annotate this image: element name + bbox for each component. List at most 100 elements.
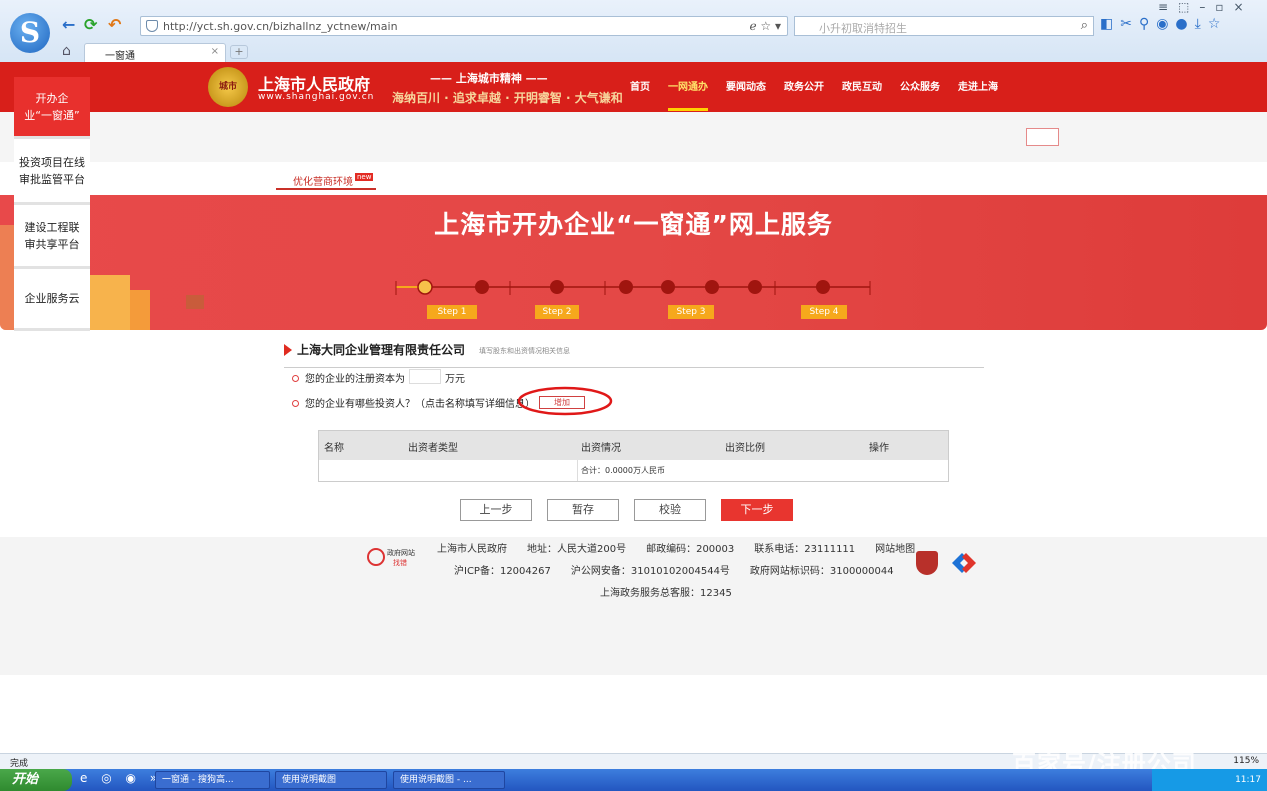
address-bar[interactable]: http://yct.sh.gov.cn/bizhallnz_yctnew/ma… <box>140 16 788 36</box>
taskbar-item-folder[interactable]: 使用说明截图 <box>275 771 387 789</box>
back-icon[interactable]: ← <box>62 15 75 34</box>
nav-home[interactable]: 首页 <box>630 78 650 93</box>
nav-interaction[interactable]: 政民互动 <box>842 78 882 93</box>
tab-label: 一窗通 <box>105 51 135 62</box>
search-input[interactable]: 小升初取消特招生 ⌕ <box>794 16 1094 36</box>
sidebar-item-label: 开办企业“一窗通” <box>24 91 80 122</box>
total-text: 合计：0.0000万人民币 <box>581 466 665 475</box>
nav-news[interactable]: 要闻动态 <box>726 78 766 93</box>
bullet-icon <box>292 375 299 382</box>
nav-one-network[interactable]: 一网通办 <box>668 78 708 111</box>
company-name: 上海大同企业管理有限责任公司 <box>297 343 466 357</box>
step-2-label: Step 2 <box>535 305 579 319</box>
tab-yichuangtong[interactable]: 一窗通 × <box>84 43 226 62</box>
sidebar-item-label: 投资项目在线审批监管平台 <box>19 155 85 186</box>
footer-line-3: 上海政务服务总客服：12345 <box>600 588 732 599</box>
question-investors: 您的企业有哪些投资人？（点击名称填写详细信息） <box>292 395 535 410</box>
divider <box>577 460 578 481</box>
step-node-current <box>417 279 433 295</box>
sidebar: 开办企业“一窗通” 投资项目在线审批监管平台 建设工程联审共享平台 企业服务云 <box>14 77 90 331</box>
city-spirit-slogan: 海纳百川 · 追求卓越 · 开明睿智 · 大气谦和 <box>392 91 623 105</box>
search-placeholder: 小升初取消特招生 <box>819 22 907 35</box>
site-identifier-icon[interactable] <box>950 551 978 575</box>
taskbar-item-browser[interactable]: 一窗通 - 搜狗高... <box>155 771 270 789</box>
start-button[interactable]: 开始 <box>0 769 72 791</box>
footer-line-2: 沪ICP备：12004267 沪公网安备：31010102004544号 政府网… <box>454 566 894 577</box>
tab-row: ⌂ 一窗通 × + <box>0 42 1267 62</box>
add-investor-button[interactable]: 增加 <box>539 396 585 409</box>
banner-title: 上海市开办企业“一窗通”网上服务 <box>434 210 833 239</box>
zoom-level[interactable]: 115% <box>1233 756 1259 766</box>
tab-optimize-env[interactable]: 优化营商环境 new <box>276 170 376 190</box>
step-1-label: Step 1 <box>427 305 477 319</box>
sidebar-item-construction[interactable]: 建设工程联审共享平台 <box>14 205 90 269</box>
new-badge: new <box>355 173 374 181</box>
sidebar-item-enterprise-cloud[interactable]: 企业服务云 <box>14 269 90 331</box>
new-tab-button[interactable]: + <box>230 45 248 59</box>
status-text: 完成 <box>10 759 29 769</box>
question-label: 您的企业有哪些投资人？（点击名称填写详细信息） <box>305 399 535 410</box>
step-node <box>661 280 675 294</box>
police-emblem-icon[interactable] <box>916 551 938 575</box>
badge-text: 政府网站 <box>387 548 415 557</box>
shield-icon <box>146 20 158 32</box>
gov-emblem-icon: 城市 <box>208 67 248 107</box>
step-3-label: Step 3 <box>668 305 714 319</box>
close-tab-icon[interactable]: × <box>211 46 219 57</box>
quick-launch-icons[interactable]: e ◎ ◉ » <box>80 771 162 785</box>
save-draft-button[interactable]: 暂存 <box>547 499 619 521</box>
small-box[interactable] <box>1026 128 1059 146</box>
col-ratio: 出资比例 <box>725 443 765 454</box>
nav-public-service[interactable]: 公众服务 <box>900 78 940 93</box>
question-capital: 您的企业的注册资本为 <box>292 370 405 385</box>
bullet-icon <box>292 400 299 407</box>
footer-line-1: 上海市人民政府 地址：人民大道200号 邮政编码：200003 联系电话：231… <box>437 544 916 555</box>
window-controls[interactable]: ≡⬚–▫× <box>1158 0 1254 14</box>
step-node <box>816 280 830 294</box>
home-icon[interactable]: ⌂ <box>62 43 71 59</box>
question-label: 您的企业的注册资本为 <box>305 374 405 385</box>
toolbar-icons[interactable]: ◧✂⚲◉●⤓☆ <box>1100 16 1227 32</box>
investor-table: 名称 出资者类型 出资情况 出资比例 操作 合计：0.0000万人民币 <box>318 430 949 482</box>
system-tray[interactable]: 11:17 <box>1152 769 1267 791</box>
browser-toolbar: S ← ⟳ ↶ http://yct.sh.gov.cn/bizhallnz_y… <box>0 0 1267 62</box>
badge-text: 找错 <box>393 558 407 567</box>
step-4-label: Step 4 <box>801 305 847 319</box>
main-nav: 首页 一网通办 要闻动态 政务公开 政民互动 公众服务 走进上海 <box>630 78 1016 111</box>
col-type: 出资者类型 <box>408 443 458 454</box>
star-icon[interactable]: ℯ ☆ ▾ <box>749 19 781 33</box>
refresh-icon[interactable]: ⟳ <box>84 15 97 34</box>
step-node <box>475 280 489 294</box>
col-contribution: 出资情况 <box>581 443 621 454</box>
url-text: http://yct.sh.gov.cn/bizhallnz_yctnew/ma… <box>163 20 398 33</box>
tab-label: 优化营商环境 <box>293 177 353 188</box>
col-action: 操作 <box>869 443 889 454</box>
step-node <box>705 280 719 294</box>
company-hint: 填写股东和出资情况相关信息 <box>479 347 570 355</box>
gov-site-error-badge-icon[interactable]: 政府网站 找错 <box>367 545 419 569</box>
capital-input[interactable] <box>409 369 441 384</box>
gov-url: www.shanghai.gov.cn <box>258 92 375 102</box>
step-progress <box>395 279 871 295</box>
divider <box>284 367 984 368</box>
subheader-band <box>0 112 1267 162</box>
nav-visit-shanghai[interactable]: 走进上海 <box>958 78 998 93</box>
table-header: 名称 出资者类型 出资情况 出资比例 操作 <box>319 431 948 460</box>
validate-button[interactable]: 校验 <box>634 499 706 521</box>
taskbar-item-image[interactable]: 使用说明截图 - ... <box>393 771 505 789</box>
next-button[interactable]: 下一步 <box>721 499 793 521</box>
step-node <box>748 280 762 294</box>
sidebar-item-label: 企业服务云 <box>24 292 80 305</box>
sidebar-item-investment[interactable]: 投资项目在线审批监管平台 <box>14 139 90 205</box>
nav-open-gov[interactable]: 政务公开 <box>784 78 824 93</box>
undo-icon[interactable]: ↶ <box>108 15 121 34</box>
step-node <box>550 280 564 294</box>
sidebar-item-label: 建设工程联审共享平台 <box>24 220 80 251</box>
table-row: 合计：0.0000万人民币 <box>319 460 948 481</box>
capital-unit: 万元 <box>445 374 465 385</box>
prev-button[interactable]: 上一步 <box>460 499 532 521</box>
sidebar-item-company-setup[interactable]: 开办企业“一窗通” <box>14 77 90 139</box>
step-node <box>619 280 633 294</box>
search-icon[interactable]: ⌕ <box>1081 18 1088 33</box>
col-name: 名称 <box>324 443 344 454</box>
